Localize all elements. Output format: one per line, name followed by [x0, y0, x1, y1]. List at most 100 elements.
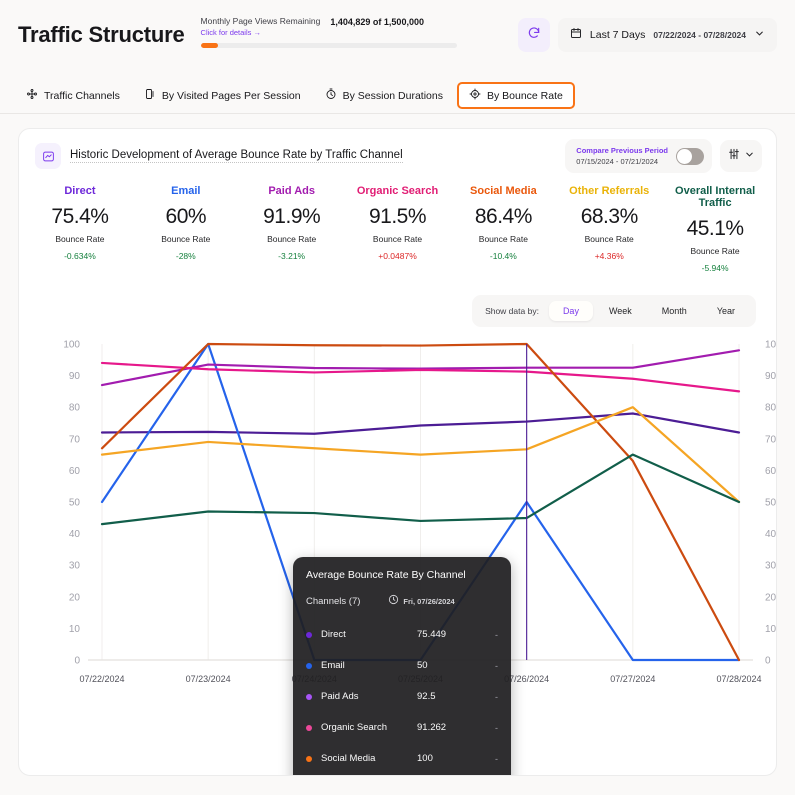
svg-text:90: 90: [69, 371, 81, 382]
tooltip-row-name: Social Media: [321, 753, 376, 764]
kpi-name: Email: [171, 185, 201, 197]
kpi-email[interactable]: Email 60% Bounce Rate -28%: [133, 185, 239, 273]
svg-text:100: 100: [63, 340, 80, 351]
tooltip-row-compare: -: [495, 629, 498, 640]
granularity-option-day[interactable]: Day: [548, 301, 593, 321]
svg-text:20: 20: [765, 592, 776, 603]
svg-text:07/23/2024: 07/23/2024: [186, 674, 231, 684]
svg-text:50: 50: [765, 498, 776, 509]
kpi-value: 60%: [165, 205, 207, 228]
kpi-delta: -10.4%: [489, 251, 517, 261]
tooltip-channels-count: Channels (7): [306, 595, 361, 607]
kpi-delta: -28%: [175, 251, 196, 261]
kpi-metric: Bounce Rate: [372, 234, 423, 244]
tab-label: By Session Durations: [342, 89, 443, 102]
tooltip-row-name: Paid Ads: [321, 691, 359, 702]
calendar-icon: [570, 26, 582, 44]
refresh-icon: [527, 26, 541, 45]
granularity-label: Show data by:: [485, 306, 539, 316]
compare-previous-period-control[interactable]: Compare Previous Period 07/15/2024 - 07/…: [565, 139, 712, 173]
tooltip-date: Fri, 07/26/2024: [403, 596, 455, 606]
series-dot-email: [306, 662, 312, 669]
refresh-button[interactable]: [517, 18, 550, 52]
tab-label: Traffic Channels: [44, 89, 120, 102]
tooltip-row-name: Email: [321, 660, 345, 671]
svg-text:07/28/2024: 07/28/2024: [716, 674, 761, 684]
tooltip-row-compare: -: [495, 722, 498, 733]
kpi-name: Paid Ads: [268, 185, 315, 197]
kpi-name: Overall Internal Traffic: [675, 185, 756, 209]
kpi-direct[interactable]: Direct 75.4% Bounce Rate -0.634%: [27, 185, 133, 273]
kpi-delta: -0.634%: [64, 251, 96, 261]
clock-icon: [388, 592, 399, 610]
granularity-wrap: Show data by: Day Week Month Year: [19, 273, 776, 327]
tooltip-row-value: 50: [417, 660, 428, 671]
date-range-picker[interactable]: Last 7 Days 07/22/2024 - 07/28/2024: [557, 18, 777, 52]
kpi-delta: +4.36%: [594, 251, 624, 261]
svg-text:80: 80: [765, 403, 776, 414]
tooltip-row-name: Organic Search: [321, 722, 388, 733]
svg-text:90: 90: [765, 371, 776, 382]
granularity-option-year[interactable]: Year: [703, 301, 749, 321]
bounce-rate-card: Historic Development of Average Bounce R…: [18, 128, 777, 776]
chart-tooltip: Average Bounce Rate By Channel Channels …: [293, 557, 511, 775]
svg-text:60: 60: [765, 466, 776, 477]
kpi-social-media[interactable]: Social Media 86.4% Bounce Rate -10.4%: [450, 185, 556, 273]
kpi-value: 75.4%: [51, 205, 109, 228]
quota-count: 1,404,829 of 1,500,000: [330, 17, 424, 27]
kpi-name: Direct: [64, 185, 96, 197]
granularity-selector: Show data by: Day Week Month Year: [472, 295, 756, 327]
chart-settings-button[interactable]: [720, 140, 762, 172]
svg-text:70: 70: [765, 434, 776, 445]
svg-text:0: 0: [765, 656, 771, 667]
svg-text:70: 70: [69, 434, 81, 445]
kpi-name: Other Referrals: [569, 185, 650, 197]
kpi-metric: Bounce Rate: [584, 234, 634, 244]
tab-by-visited-pages-per-session[interactable]: By Visited Pages Per Session: [134, 82, 311, 109]
tab-by-session-durations[interactable]: By Session Durations: [315, 82, 453, 109]
svg-text:100: 100: [765, 340, 776, 351]
svg-text:30: 30: [69, 561, 81, 572]
kpi-organic-search[interactable]: Organic Search 91.5% Bounce Rate +0.0487…: [345, 185, 451, 273]
svg-text:07/27/2024: 07/27/2024: [610, 674, 655, 684]
kpi-overall-internal-traffic[interactable]: Overall Internal Traffic 45.1% Bounce Ra…: [662, 185, 768, 273]
kpi-metric: Bounce Rate: [478, 234, 528, 244]
compare-toggle[interactable]: [676, 147, 704, 165]
kpi-name: Organic Search: [356, 185, 439, 197]
quota-details-link[interactable]: Click for details →: [201, 27, 321, 38]
series-dot-paid-ads: [306, 693, 312, 700]
tooltip-row: Direct 75.449 -: [306, 619, 498, 650]
kpi-delta: -3.21%: [278, 251, 306, 261]
date-range-value: 07/22/2024 - 07/28/2024: [653, 30, 746, 40]
tooltip-title: Average Bounce Rate By Channel: [306, 569, 466, 581]
kpi-value: 91.5%: [368, 205, 427, 228]
svg-text:0: 0: [74, 656, 80, 667]
kpi-value: 86.4%: [474, 205, 533, 228]
tab-label: By Bounce Rate: [486, 89, 563, 102]
svg-text:80: 80: [69, 403, 81, 414]
tooltip-row: Email 50 -: [306, 650, 498, 681]
quota-progress-fill: [200, 43, 219, 48]
tab-traffic-channels[interactable]: Traffic Channels: [16, 82, 130, 109]
svg-text:10: 10: [69, 624, 81, 635]
svg-text:50: 50: [69, 498, 81, 509]
series-dot-organic-search: [306, 724, 312, 731]
page-header: Traffic Structure Monthly Page Views Rem…: [0, 0, 795, 78]
card-header: Historic Development of Average Bounce R…: [19, 129, 776, 173]
kpi-metric: Bounce Rate: [161, 234, 211, 244]
quota-block: Monthly Page Views Remaining Click for d…: [200, 0, 501, 48]
tooltip-row: Other Referrals 66.667 -: [306, 774, 498, 775]
granularity-option-week[interactable]: Week: [595, 301, 646, 321]
tab-by-bounce-rate[interactable]: By Bounce Rate: [456, 82, 575, 109]
chevron-down-icon: [744, 147, 755, 165]
granularity-option-month[interactable]: Month: [648, 301, 701, 321]
compare-label: Compare Previous Period: [576, 146, 668, 155]
tooltip-row-compare: -: [495, 691, 498, 702]
quota-label: Monthly Page Views Remaining: [200, 16, 321, 26]
kpi-paid-ads[interactable]: Paid Ads 91.9% Bounce Rate -3.21%: [239, 185, 345, 273]
tooltip-row-name: Direct: [321, 629, 346, 640]
tooltip-row-compare: -: [495, 660, 498, 671]
series-dot-social-media: [306, 755, 312, 762]
kpi-metric: Bounce Rate: [55, 234, 105, 244]
kpi-other-referrals[interactable]: Other Referrals 68.3% Bounce Rate +4.36%: [556, 185, 662, 273]
